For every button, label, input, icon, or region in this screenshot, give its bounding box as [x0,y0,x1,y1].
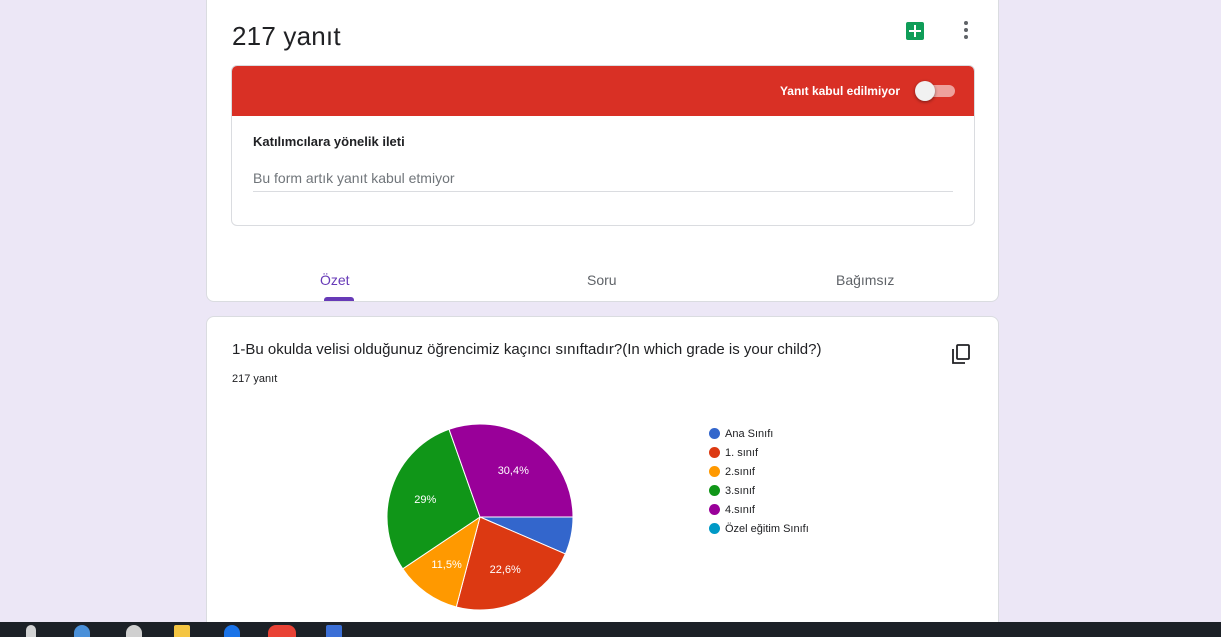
question-response-count: 217 yanıt [232,373,278,385]
tab-summary[interactable]: Özet [320,272,350,288]
legend-swatch [709,466,720,477]
legend-label: Ana Sınıfı [725,427,774,440]
legend-item: Özel eğitim Sınıfı [709,519,809,538]
legend-label: 3.sınıf [725,484,755,497]
start-icon[interactable] [26,625,36,637]
legend-label: 2.sınıf [725,465,755,478]
copy-icon[interactable] [951,343,971,365]
legend-swatch [709,485,720,496]
pie-chart: 22,6% 11,5% 29% 30,4% [386,423,574,611]
more-vert-icon[interactable] [959,19,973,41]
legend-item: Ana Sınıfı [709,424,809,443]
legend-label: 4.sınıf [725,503,755,516]
legend-label: 1. sınıf [725,446,759,459]
respondent-message-field[interactable]: Bu form artık yanıt kabul etmiyor [253,162,953,192]
legend-swatch [709,523,720,534]
active-tab-indicator [324,297,354,301]
legend-item: 4.sınıf [709,500,809,519]
pie-slice-label: 22,6% [490,564,521,576]
question-title: 1-Bu okulda velisi olduğunuz öğrencimiz … [232,341,822,358]
sheets-icon[interactable] [906,22,924,40]
browser-icon[interactable] [74,625,90,637]
tab-individual[interactable]: Bağımsız [836,272,894,288]
accepting-responses-label: Yanıt kabul edilmiyor [779,84,900,98]
accepting-responses-toggle[interactable] [915,81,955,101]
tab-question[interactable]: Soru [587,272,617,288]
pie-slice-label: 29% [414,494,436,506]
legend-swatch [709,428,720,439]
legend-label: Özel eğitim Sınıfı [725,522,809,535]
legend-swatch [709,504,720,515]
store-icon[interactable] [126,625,142,637]
legend-item: 1. sınıf [709,443,809,462]
message-box: Yanıt kabul edilmiyor Katılımcılara yöne… [231,65,975,226]
pie-slice-label: 11,5% [431,559,462,571]
legend-swatch [709,447,720,458]
legend-item: 3.sınıf [709,481,809,500]
edge-icon[interactable] [224,625,240,637]
responses-summary-card: 217 yanıt Yanıt kabul edilmiyor Katılımc… [206,0,999,302]
app-icon[interactable] [326,625,342,637]
respondent-message-heading: Katılımcılara yönelik ileti [253,134,405,149]
response-count-title: 217 yanıt [232,21,341,51]
folder-icon[interactable] [174,625,190,637]
pie-slice-label: 30,4% [498,465,529,477]
chrome-icon[interactable] [268,625,296,637]
chart-legend: Ana Sınıfı 1. sınıf 2.sınıf 3.sınıf 4.sınıf Ö… [709,424,809,538]
accepting-responses-bar: Yanıt kabul edilmiyor [232,66,974,116]
windows-taskbar [0,622,1221,637]
question-summary-card: 1-Bu okulda velisi olduğunuz öğrencimiz … [206,316,999,637]
legend-item: 2.sınıf [709,462,809,481]
